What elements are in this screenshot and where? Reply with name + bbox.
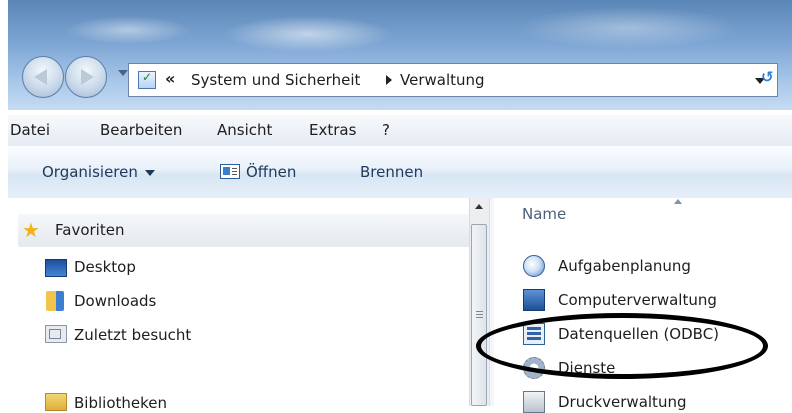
command-bar: Organisieren Öffnen Brennen (8, 146, 792, 199)
forward-button[interactable] (65, 56, 107, 98)
grip-line (476, 311, 483, 312)
nav-item-recent[interactable]: Zuletzt besucht (74, 326, 191, 344)
sort-ascending-icon (674, 199, 682, 204)
star-icon: ★ (22, 218, 40, 242)
nav-item-libraries[interactable]: Bibliotheken (74, 394, 167, 412)
recent-places-icon (45, 325, 67, 343)
downloads-icon (46, 291, 64, 311)
nav-favorites-label[interactable]: Favoriten (55, 221, 124, 239)
menu-extras[interactable]: Extras (309, 121, 356, 139)
nav-pane-scrollbar[interactable] (469, 198, 489, 406)
organize-label: Organisieren (42, 163, 138, 181)
file-item-computerverwaltung[interactable]: Computerverwaltung (558, 291, 717, 309)
burn-button[interactable]: Brennen (360, 163, 423, 181)
menu-datei[interactable]: Datei (10, 121, 50, 139)
breadcrumb-separator-arrow[interactable] (386, 75, 392, 85)
back-button[interactable] (22, 56, 64, 98)
forward-icon (81, 69, 94, 85)
address-bar[interactable]: « System und Sicherheit Verwaltung ↺ (128, 63, 778, 97)
menu-ansicht[interactable]: Ansicht (217, 121, 272, 139)
address-overflow-chevron[interactable]: « (165, 69, 175, 88)
annotation-ellipse (476, 313, 768, 379)
menu-bearbeiten[interactable]: Bearbeiten (100, 121, 182, 139)
breadcrumb-system-und-sicherheit[interactable]: System und Sicherheit (191, 71, 360, 89)
grip-line (476, 317, 483, 318)
organize-button[interactable]: Organisieren (42, 163, 155, 181)
scroll-up-icon[interactable] (475, 204, 483, 209)
desktop-icon (45, 259, 67, 277)
grip-line (476, 314, 483, 315)
nav-item-desktop[interactable]: Desktop (74, 258, 136, 276)
menu-bar: Datei Bearbeiten Ansicht Extras ? (8, 115, 792, 147)
print-management-icon (523, 391, 545, 413)
open-icon[interactable] (220, 164, 240, 179)
file-item-aufgabenplanung[interactable]: Aufgabenplanung (558, 257, 691, 275)
open-button[interactable]: Öffnen (246, 163, 296, 181)
refresh-icon[interactable]: ↺ (761, 68, 783, 92)
computer-management-icon (523, 289, 545, 311)
scroll-thumb[interactable] (471, 224, 487, 406)
back-icon (34, 69, 47, 85)
libraries-icon (45, 393, 67, 411)
file-item-druckverwaltung[interactable]: Druckverwaltung (558, 393, 686, 411)
column-header-name[interactable]: Name (522, 205, 566, 223)
menu-help[interactable]: ? (382, 121, 390, 139)
breadcrumb-verwaltung[interactable]: Verwaltung (400, 71, 485, 89)
recent-pages-dropdown[interactable] (118, 70, 128, 76)
control-panel-icon (138, 70, 156, 89)
nav-item-downloads[interactable]: Downloads (74, 292, 156, 310)
scheduler-icon (523, 255, 545, 277)
chevron-down-icon (144, 169, 155, 176)
